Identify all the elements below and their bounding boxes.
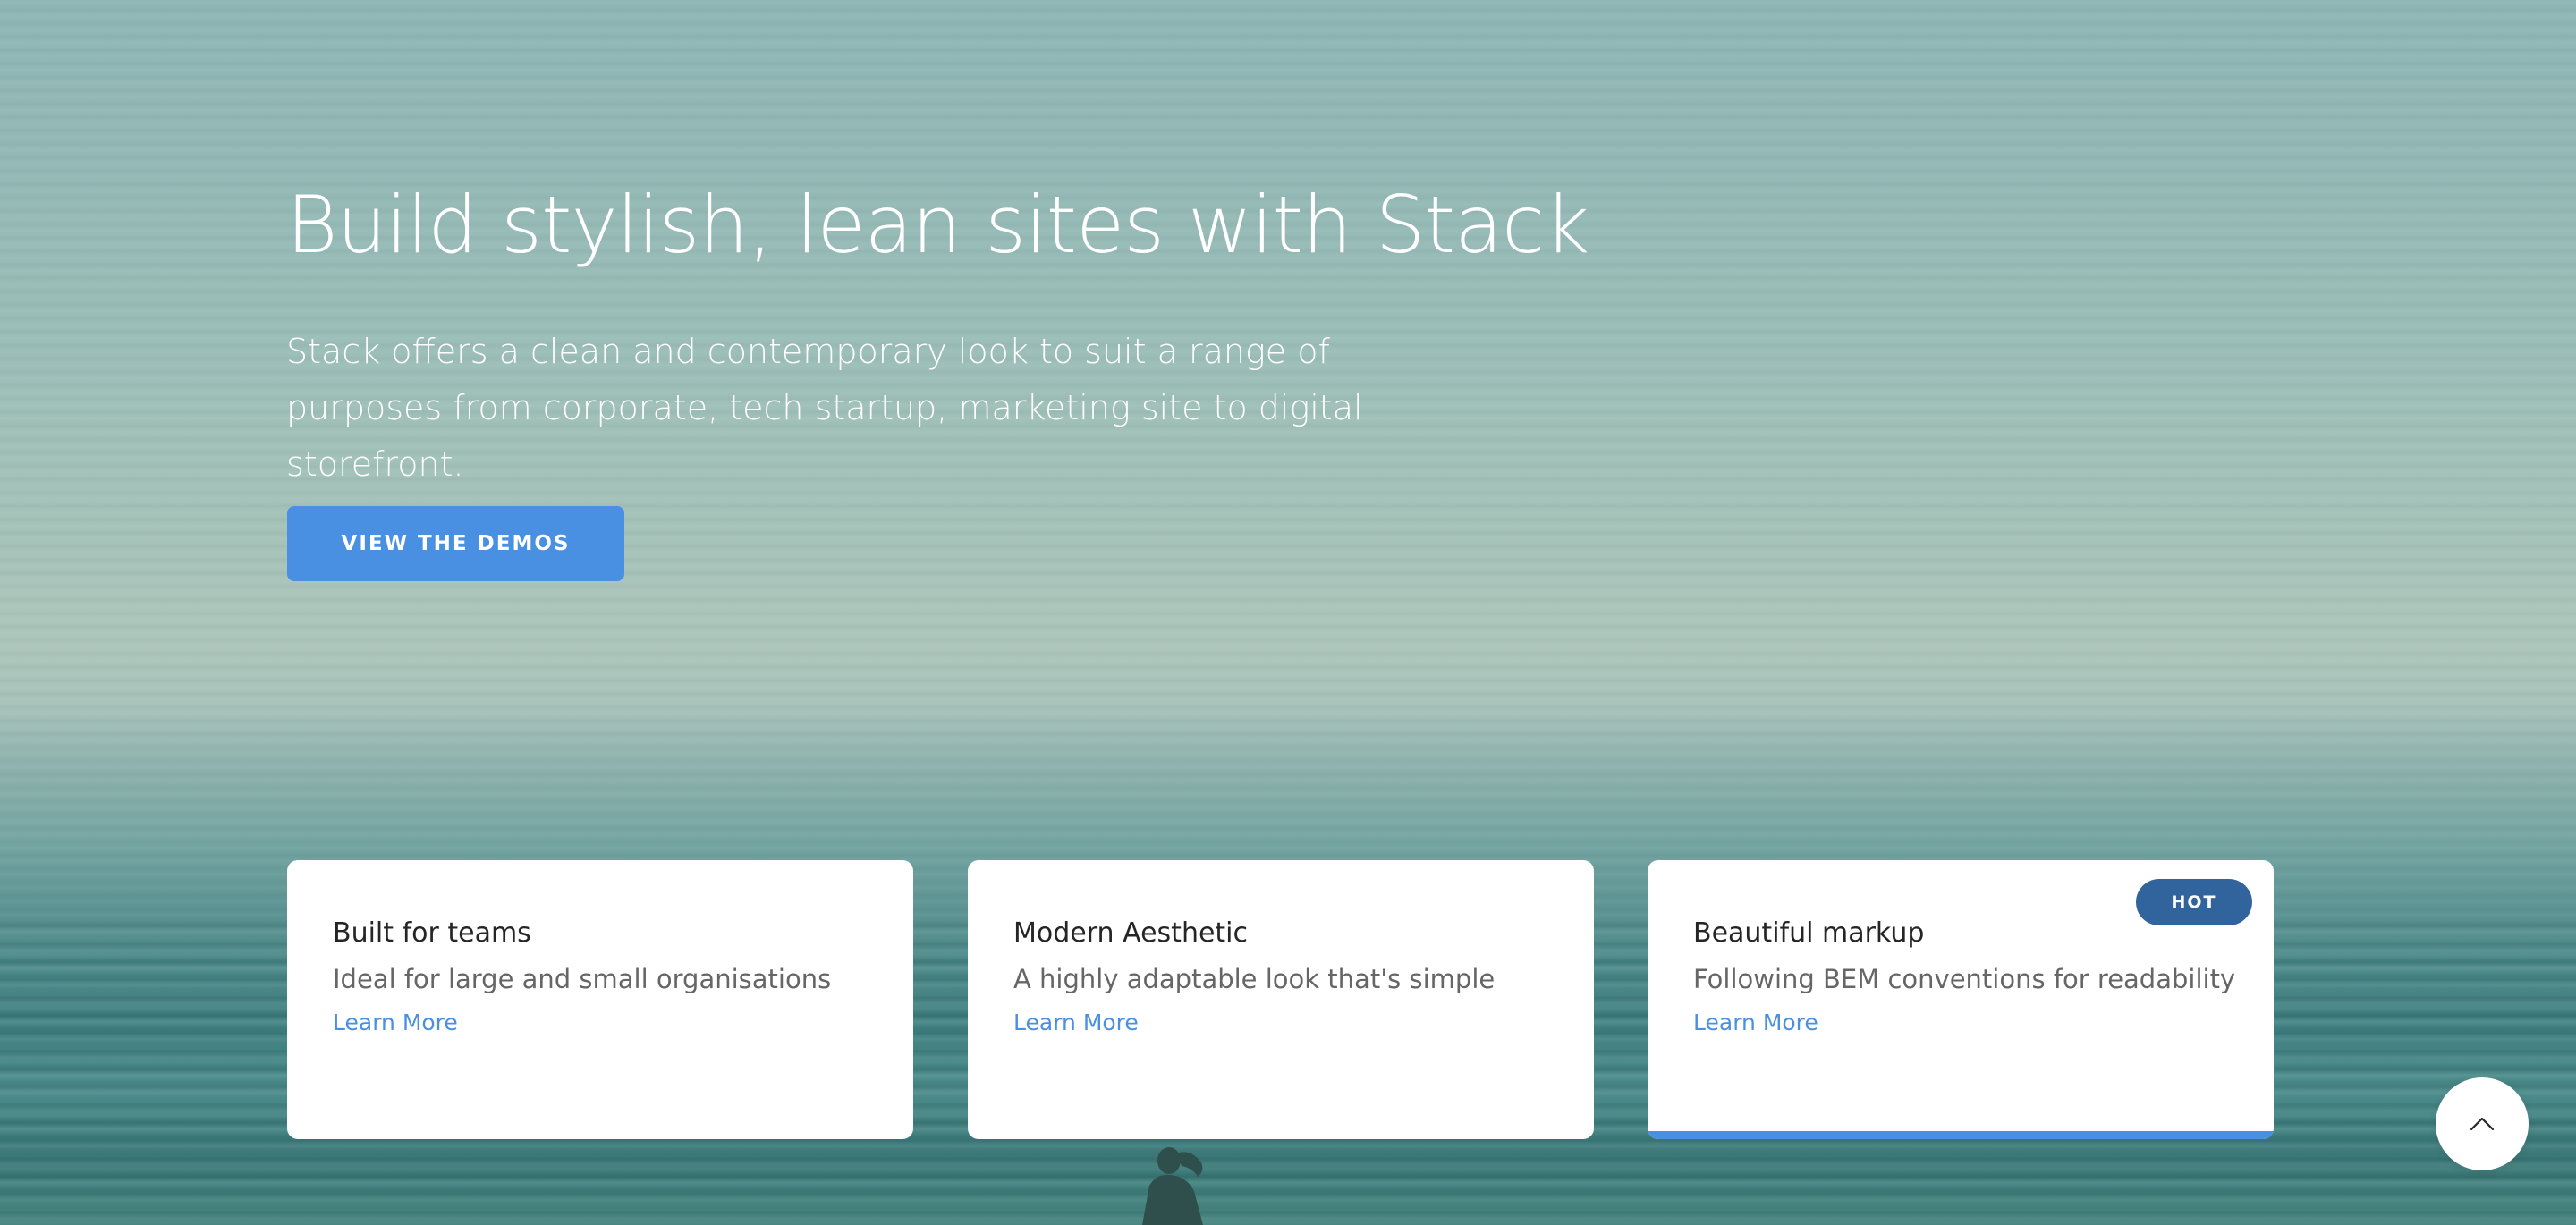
view-demos-button[interactable]: VIEW THE DEMOS xyxy=(287,506,624,581)
card-accent-bar xyxy=(1648,1131,2274,1139)
feature-card-markup: HOT Beautiful markup Following BEM conve… xyxy=(1648,860,2274,1139)
back-to-top-button[interactable] xyxy=(2436,1077,2529,1170)
feature-card-teams: Built for teams Ideal for large and smal… xyxy=(287,860,913,1139)
feature-card-text: A highly adaptable look that's simple xyxy=(1013,964,1496,994)
hero-lead: Stack offers a clean and contemporary lo… xyxy=(286,332,1363,484)
feature-card-text: Following BEM conventions for readabilit… xyxy=(1693,964,2236,994)
learn-more-link[interactable]: Learn More xyxy=(1693,1005,1818,1041)
surfer-silhouette xyxy=(1142,1147,1203,1225)
feature-card-aesthetic: Modern Aesthetic A highly adaptable look… xyxy=(968,860,1594,1139)
chevron-up-icon xyxy=(2470,1117,2495,1131)
hero-title: Build stylish, lean sites with Stack xyxy=(286,179,1589,271)
hot-badge: HOT xyxy=(2136,879,2252,925)
learn-more-link[interactable]: Learn More xyxy=(333,1005,458,1041)
feature-card-text: Ideal for large and small organisations xyxy=(333,964,832,994)
feature-card-title: Modern Aesthetic xyxy=(1013,917,1249,949)
learn-more-link[interactable]: Learn More xyxy=(1013,1005,1139,1041)
feature-card-title: Built for teams xyxy=(333,917,531,949)
